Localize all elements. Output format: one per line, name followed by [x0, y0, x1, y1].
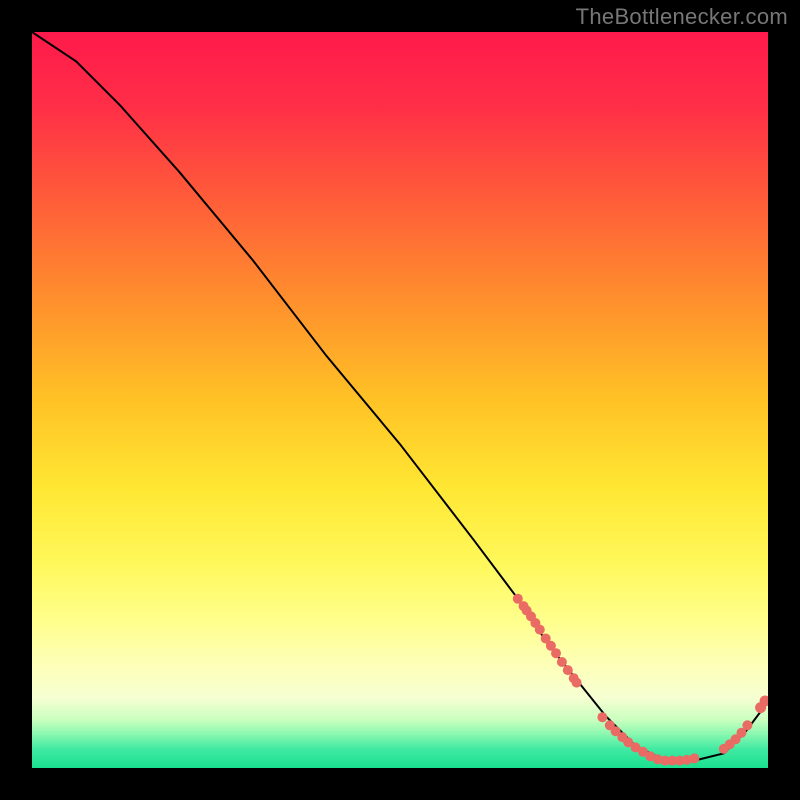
- chart-svg: [32, 32, 768, 768]
- data-dot: [551, 648, 561, 658]
- watermark-text: TheBottlenecker.com: [576, 4, 788, 30]
- data-dot: [742, 720, 752, 730]
- data-dot: [535, 625, 545, 635]
- chart-stage: TheBottlenecker.com: [0, 0, 800, 800]
- data-dot: [557, 657, 567, 667]
- data-dot: [597, 712, 607, 722]
- plot-area: [32, 32, 768, 768]
- gradient-background: [32, 32, 768, 768]
- data-dot: [563, 665, 573, 675]
- data-dot: [572, 678, 582, 688]
- data-dot: [689, 753, 699, 763]
